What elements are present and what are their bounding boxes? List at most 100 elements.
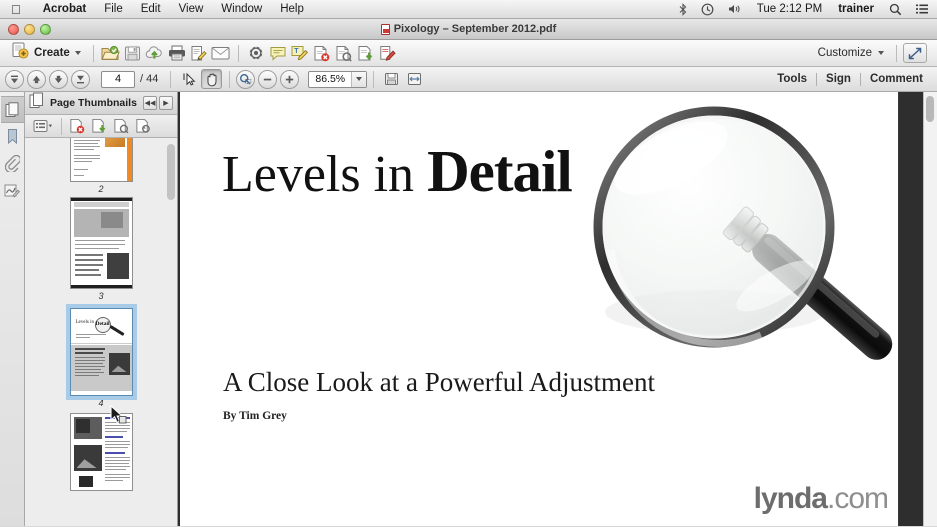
chevron-down-icon[interactable]	[351, 71, 367, 87]
signatures-icon[interactable]	[1, 177, 24, 204]
document-subtitle: A Close Look at a Powerful Adjustment	[223, 367, 655, 397]
notification-center-icon[interactable]	[909, 4, 937, 15]
collapse-panel-icon[interactable]: ◀◀	[143, 96, 157, 110]
zoom-level-field[interactable]: 86.5%	[308, 70, 368, 88]
hand-tool-icon[interactable]	[201, 69, 223, 89]
thumbnail-page-2[interactable]: 2	[69, 138, 133, 194]
thumbnail-page-3[interactable]: 3	[69, 197, 133, 301]
document-headline: Levels in Detail	[222, 137, 573, 206]
next-page-icon[interactable]	[49, 69, 68, 89]
highlight-text-icon[interactable]: T	[289, 43, 311, 64]
bookmarks-icon[interactable]	[1, 123, 24, 150]
marquee-zoom-icon[interactable]	[236, 69, 256, 89]
export-document-icon[interactable]	[355, 43, 377, 64]
pdf-page: Levels in Detail A Close Look at a Power…	[180, 92, 899, 526]
create-pdf-icon	[12, 42, 29, 64]
menu-item-edit[interactable]: Edit	[132, 3, 170, 15]
window-title: Pixology – September 2012.pdf	[0, 23, 937, 35]
crop-pages-icon[interactable]	[111, 117, 131, 136]
document-scrollbar-thumb[interactable]	[926, 96, 934, 122]
edit-document-icon[interactable]	[377, 43, 399, 64]
bluetooth-icon[interactable]	[672, 2, 694, 16]
menu-item-acrobat[interactable]: Acrobat	[34, 3, 95, 15]
select-cursor-icon[interactable]	[178, 69, 199, 89]
sign-button[interactable]: Sign	[817, 73, 860, 85]
sticky-note-comment-icon[interactable]	[267, 43, 289, 64]
thumbnail-preview	[70, 198, 132, 288]
save-file-icon[interactable]	[122, 43, 144, 64]
print-icon[interactable]	[166, 43, 188, 64]
window-title-text: Pixology – September 2012.pdf	[393, 23, 557, 35]
svg-text:T: T	[294, 48, 299, 55]
window-title-bar: Pixology – September 2012.pdf	[0, 19, 937, 40]
headline-magnified-word: Detail	[427, 138, 573, 204]
panel-collapse-controls: ◀◀ ▶	[143, 96, 173, 110]
lynda-watermark: lynda.com	[753, 482, 889, 516]
document-author: By Tim Grey	[223, 410, 287, 422]
open-file-icon[interactable]	[100, 43, 122, 64]
menu-bar-clock[interactable]: Tue 2:12 PM	[749, 3, 830, 15]
lynda-watermark-bold: lynda	[753, 482, 828, 515]
expand-panel-icon[interactable]: ▶	[159, 96, 173, 110]
mouse-cursor	[110, 405, 127, 424]
document-info-icon[interactable]	[333, 43, 355, 64]
page-thumbnails-scroll-area[interactable]: 2 3 Levels in Detail 4	[25, 138, 177, 526]
menu-item-help[interactable]: Help	[271, 3, 313, 15]
page-thumbnails-icon[interactable]	[0, 96, 24, 123]
email-icon[interactable]	[210, 43, 232, 64]
attachments-icon[interactable]	[1, 150, 24, 177]
menu-item-file[interactable]: File	[95, 3, 132, 15]
fit-width-icon[interactable]	[404, 69, 425, 89]
thumbnail-page-number: 3	[98, 291, 104, 301]
spotlight-search-icon[interactable]	[882, 3, 909, 16]
toolbar-divider	[92, 44, 94, 62]
apple-logo-icon[interactable]: 	[11, 3, 21, 16]
settings-gear-icon[interactable]	[245, 43, 267, 64]
pdf-file-icon	[380, 23, 390, 35]
fit-page-icon[interactable]	[381, 69, 402, 89]
page-navigation-toolbar: 4 / 44 86.5% Tools Sign Comment	[0, 67, 937, 92]
acrobat-main-window: Pixology – September 2012.pdf Create T C…	[0, 19, 937, 527]
zoom-in-icon[interactable]	[280, 69, 300, 89]
menu-item-window[interactable]: Window	[212, 3, 271, 15]
lynda-watermark-suffix: .com	[826, 482, 889, 515]
thumbnail-page-number: 2	[98, 184, 104, 194]
page-thumbnails-icon	[29, 92, 45, 114]
document-scrollbar[interactable]	[923, 92, 937, 526]
page-total-label: / 44	[140, 73, 159, 85]
page-thumbnails-panel-header: Page Thumbnails ◀◀ ▶	[25, 92, 177, 115]
zoom-out-icon[interactable]	[258, 69, 278, 89]
volume-icon[interactable]	[721, 3, 749, 15]
menu-item-view[interactable]: View	[170, 3, 213, 15]
panel-options-icon[interactable]	[30, 117, 56, 136]
menu-bar-username[interactable]: trainer	[830, 3, 882, 15]
current-page-input[interactable]: 4	[101, 70, 135, 88]
first-page-icon[interactable]	[5, 69, 24, 89]
last-page-icon[interactable]	[71, 69, 90, 89]
delete-page-icon[interactable]	[311, 43, 333, 64]
cloud-upload-icon[interactable]	[144, 43, 166, 64]
mac-menu-bar:  Acrobat File Edit View Window Help Tue…	[0, 0, 937, 19]
chevron-down-icon	[878, 51, 884, 55]
create-button[interactable]: Create	[6, 42, 87, 64]
document-view[interactable]: Levels in Detail A Close Look at a Power…	[178, 92, 937, 526]
toolbar-divider-3	[896, 44, 897, 62]
sign-document-icon[interactable]	[188, 43, 210, 64]
menu-bar-status-area: Tue 2:12 PM trainer	[672, 2, 937, 16]
workspace: Page Thumbnails ◀◀ ▶ 2 3 Levels in Detai…	[0, 92, 937, 526]
thumbnails-scrollbar[interactable]	[167, 144, 175, 200]
rotate-pages-icon[interactable]	[133, 117, 153, 136]
thumbnail-preview	[70, 138, 132, 181]
expand-window-icon[interactable]	[903, 43, 927, 63]
customize-button[interactable]: Customize	[812, 47, 890, 59]
tools-button[interactable]: Tools	[768, 73, 816, 85]
main-toolbar: Create T Customize	[0, 40, 937, 67]
extract-pages-icon[interactable]	[89, 117, 109, 136]
thumbnail-page-4[interactable]: Levels in Detail 4	[65, 304, 137, 408]
previous-page-icon[interactable]	[27, 69, 46, 89]
page-thumbnails-panel-title: Page Thumbnails	[50, 97, 137, 109]
create-button-label: Create	[34, 47, 70, 59]
delete-pages-icon[interactable]	[67, 117, 87, 136]
comment-button[interactable]: Comment	[861, 73, 932, 85]
time-machine-icon[interactable]	[694, 3, 721, 16]
